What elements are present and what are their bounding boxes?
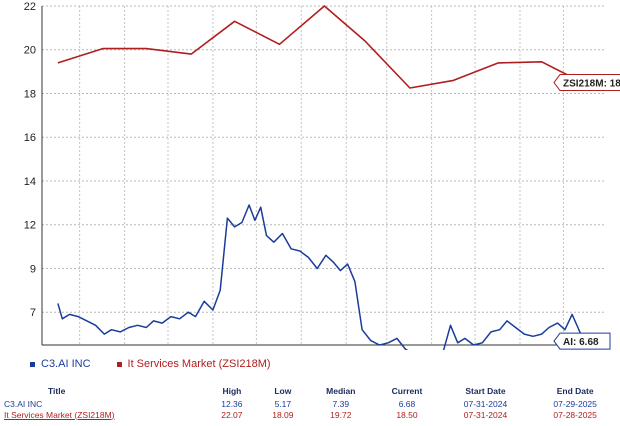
row-start-date: 07-31-2024 [463,398,508,409]
header-title: Title [48,386,66,396]
legend-item-zsi: It Services Market (ZSI218M) [116,358,271,370]
y-tick-label: 16 [24,132,36,144]
row-median: 19.72 [330,409,352,420]
end-label-text: ZSI218M: 18.5 [563,79,620,90]
header-low: Low [274,386,292,396]
y-tick-label: 22 [24,1,36,13]
header-end-date: End Date [556,386,594,396]
legend-label-zsi: It Services Market (ZSI218M) [127,358,271,370]
legend: C3.AI INC It Services Market (ZSI218M) [30,358,271,370]
row-low: 5.17 [274,398,292,409]
row-title: C3.AI INC [4,398,43,409]
summary-header-row: Title High Low Median Current Start Date… [0,384,620,398]
row-start-date: 07-31-2024 [463,409,508,420]
y-tick-label: 7 [30,307,36,319]
row-high: 22.07 [221,409,243,420]
end-label-text: AI: 6.68 [563,337,599,348]
table-row: It Services Market (ZSI218M) 22.07 18.09… [0,409,620,420]
summary-table: Title High Low Median Current Start Date… [0,384,620,420]
y-tick-label: 12 [24,220,36,232]
row-title[interactable]: It Services Market (ZSI218M) [0,409,206,420]
end-label-0: ZSI218M: 18.5 [553,74,620,92]
legend-swatch-blue [30,361,35,367]
series-line-1 [57,204,585,350]
table-row: C3.AI INC 12.36 5.17 7.39 6.68 07-31-202… [0,398,620,409]
y-tick-label: 14 [24,176,36,188]
legend-label-c3ai: C3.AI INC [41,358,91,370]
row-end-date: 07-28-2025 [553,409,597,420]
row-low: 18.09 [272,409,294,420]
series-line-0 [57,5,583,89]
grid-layer [42,5,604,345]
row-high: 12.36 [221,398,243,409]
chart-svg: 222018161412978/249/2410/2411/2412/241/2… [24,1,620,350]
header-start-date: Start Date [465,386,506,396]
header-median: Median [326,386,356,396]
legend-item-c3ai: C3.AI INC [30,358,91,370]
header-current: Current [391,386,423,396]
y-tick-label: 18 [24,88,36,100]
row-median: 7.39 [332,398,350,409]
legend-swatch-red [116,361,122,367]
y-tick-label: 20 [24,45,36,57]
end-label-1: AI: 6.68 [553,332,611,350]
row-end-date: 07-29-2025 [553,398,597,409]
row-current: 6.68 [398,398,416,409]
row-current: 18.50 [396,409,418,420]
y-tick-label: 9 [30,263,36,275]
header-high: High [222,386,242,396]
axis-layer: 222018161412978/249/2410/2411/2412/241/2… [24,1,604,346]
series-layer [57,5,585,350]
